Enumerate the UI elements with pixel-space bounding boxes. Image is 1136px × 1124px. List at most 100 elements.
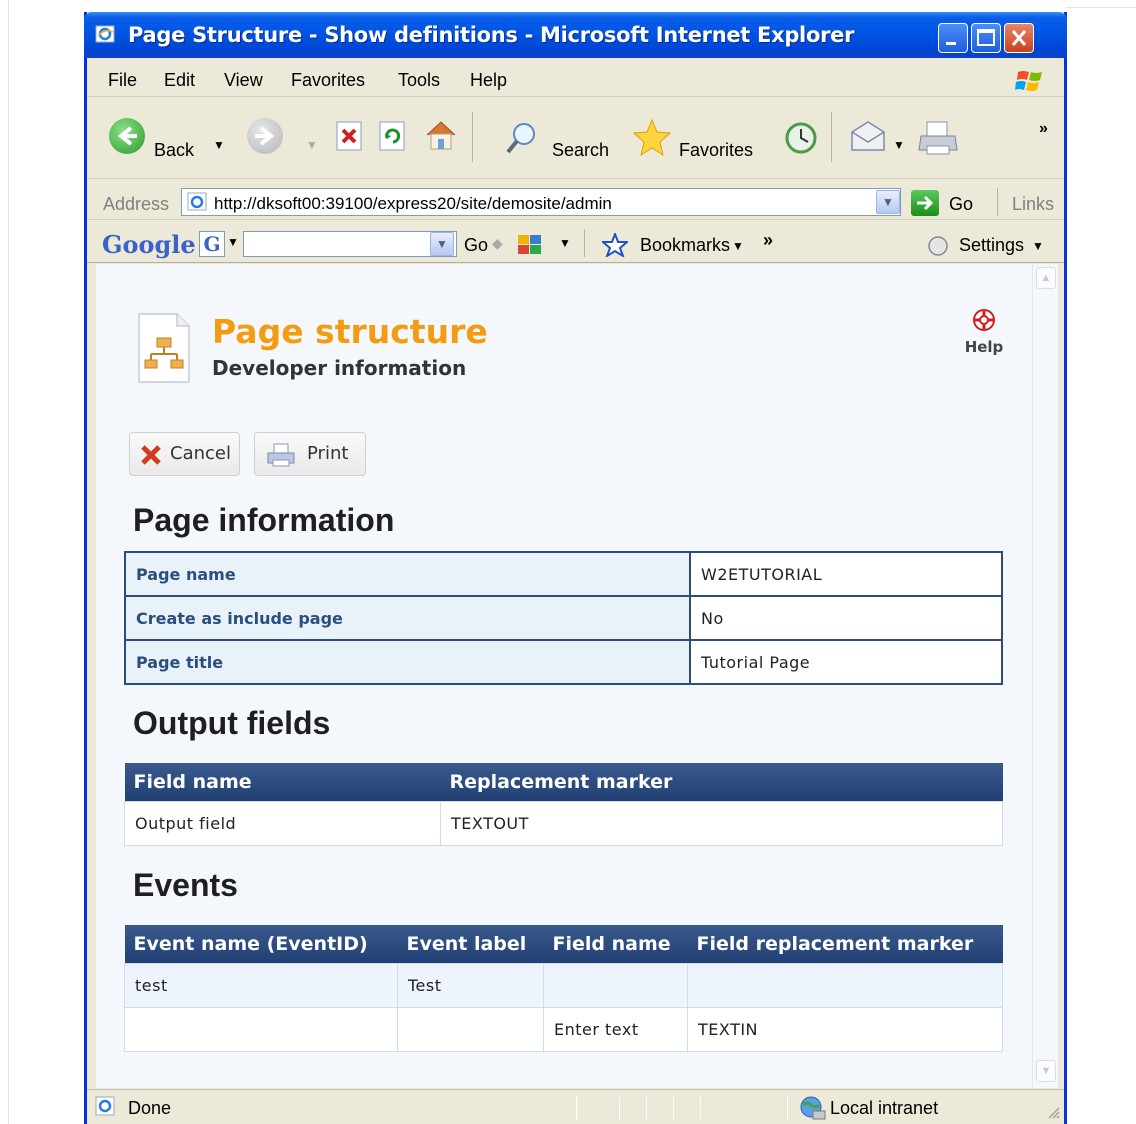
ie-page-icon xyxy=(187,192,207,211)
info-key: Create as include page xyxy=(124,595,691,641)
google-search-input[interactable]: ▼ xyxy=(243,231,457,257)
scroll-down-arrow-icon[interactable]: ▼ xyxy=(1036,1060,1056,1082)
ie-page-icon xyxy=(95,1096,115,1116)
table-row: test Test xyxy=(124,962,1003,1008)
links-label[interactable]: Links xyxy=(1012,194,1054,215)
go-button[interactable] xyxy=(911,190,939,216)
info-key: Page name xyxy=(124,551,691,597)
minimize-button[interactable] xyxy=(938,23,968,53)
maximize-icon xyxy=(977,29,995,46)
menu-file[interactable]: File xyxy=(108,70,137,91)
page-information-heading: Page information xyxy=(133,502,395,538)
stop-icon[interactable] xyxy=(334,120,366,152)
google-logo[interactable]: Google xyxy=(102,230,196,259)
back-button[interactable] xyxy=(109,118,145,154)
bookmarks-label[interactable]: Bookmarks xyxy=(640,235,730,256)
mail-dropdown-icon[interactable]: ▼ xyxy=(893,138,905,152)
google-go-label[interactable]: Go xyxy=(464,235,488,256)
menu-view[interactable]: View xyxy=(224,70,263,91)
table-cell xyxy=(687,962,1003,1008)
menu-help[interactable]: Help xyxy=(470,70,507,91)
forward-button[interactable] xyxy=(247,118,283,154)
puzzle-icon[interactable] xyxy=(515,231,545,257)
menu-favorites[interactable]: Favorites xyxy=(291,70,365,91)
favorites-star-icon[interactable] xyxy=(632,118,672,156)
table-cell: TEXTIN xyxy=(687,1006,1003,1052)
close-button[interactable] xyxy=(1004,23,1034,53)
search-icon[interactable] xyxy=(505,120,541,156)
column-header[interactable]: Field name xyxy=(124,763,441,801)
bookmarks-dropdown-icon[interactable]: ▼ xyxy=(732,239,744,253)
settings-dropdown-icon[interactable]: ▼ xyxy=(1032,239,1044,253)
column-header[interactable]: Event name (EventID) xyxy=(124,925,398,963)
column-header[interactable]: Event label xyxy=(397,925,544,963)
settings-radio-icon[interactable] xyxy=(927,235,949,257)
resize-grip-icon[interactable] xyxy=(1045,1104,1061,1120)
print-icon[interactable] xyxy=(917,120,959,156)
column-header[interactable]: Field replacement marker xyxy=(687,925,1003,963)
page-subtitle: Developer information xyxy=(212,356,467,380)
help-label: Help xyxy=(964,338,1004,356)
print-label: Print xyxy=(307,443,349,464)
mail-icon[interactable] xyxy=(848,120,888,154)
toolbar-separator xyxy=(472,112,473,162)
google-g-icon[interactable]: G xyxy=(199,231,225,257)
lifebuoy-icon xyxy=(973,309,995,331)
output-fields-table: Field name Replacement marker Output fie… xyxy=(124,763,1003,846)
address-input[interactable]: http://dksoft00:39100/express20/site/dem… xyxy=(181,188,901,216)
google-toolbar: Google G ▼ ▼ Go ◆ ▼ Bookmarks ▼ » Settin… xyxy=(87,221,1064,263)
page-content: Page structure Developer information Hel… xyxy=(96,264,1032,1088)
cancel-button[interactable]: Cancel xyxy=(129,432,240,476)
go-arrow-icon xyxy=(917,195,934,211)
intranet-globe-icon xyxy=(800,1096,826,1120)
back-label[interactable]: Back xyxy=(154,140,194,161)
forward-arrow-icon xyxy=(255,126,275,146)
favorites-label[interactable]: Favorites xyxy=(679,140,753,161)
address-dropdown-button[interactable]: ▼ xyxy=(876,190,900,214)
ie-page-icon xyxy=(95,25,115,43)
forward-dropdown-icon[interactable]: ▼ xyxy=(306,138,318,152)
vertical-scrollbar[interactable]: ▲ ▼ xyxy=(1032,264,1058,1088)
back-dropdown-icon[interactable]: ▼ xyxy=(213,138,225,152)
title-bar[interactable]: Page Structure - Show definitions - Micr… xyxy=(84,12,1067,58)
google-search-dropdown-button[interactable]: ▼ xyxy=(430,232,454,256)
history-icon[interactable] xyxy=(783,120,819,156)
status-separator xyxy=(700,1096,701,1120)
help-button[interactable]: Help xyxy=(960,308,1008,356)
scroll-up-arrow-icon[interactable]: ▲ xyxy=(1036,267,1056,289)
table-row: Page title Tutorial Page xyxy=(124,639,1003,685)
home-icon[interactable] xyxy=(423,118,459,152)
search-label[interactable]: Search xyxy=(552,140,609,161)
status-separator xyxy=(787,1096,788,1120)
google-overflow-chevron[interactable]: » xyxy=(763,230,773,251)
printer-icon xyxy=(267,443,295,467)
google-menu-dropdown-icon[interactable]: ▼ xyxy=(227,235,239,249)
minimize-icon xyxy=(946,42,956,45)
menu-edit[interactable]: Edit xyxy=(164,70,195,91)
toolbar-separator xyxy=(831,112,832,162)
go-label[interactable]: Go xyxy=(949,194,973,215)
status-separator xyxy=(619,1096,620,1120)
menu-tools[interactable]: Tools xyxy=(398,70,440,91)
settings-label[interactable]: Settings xyxy=(959,235,1024,256)
standard-toolbar: Back ▼ ▼ Search Favorites ▼ » xyxy=(87,98,1064,179)
info-value: W2ETUTORIAL xyxy=(689,551,1003,597)
refresh-icon[interactable] xyxy=(377,120,409,152)
table-row: Create as include page No xyxy=(124,595,1003,641)
maximize-button[interactable] xyxy=(971,23,1001,53)
address-label: Address xyxy=(103,194,170,214)
zone-label: Local intranet xyxy=(830,1098,939,1118)
puzzle-dropdown-icon[interactable]: ▼ xyxy=(559,236,571,250)
windows-logo-icon xyxy=(1015,71,1042,91)
column-header[interactable]: Replacement marker xyxy=(440,763,1003,801)
cancel-x-icon xyxy=(141,445,161,465)
table-cell: Enter text xyxy=(543,1006,688,1052)
toolbar-overflow-chevron[interactable]: » xyxy=(1039,120,1048,138)
status-separator xyxy=(673,1096,674,1120)
print-button[interactable]: Print xyxy=(254,432,366,476)
back-arrow-icon xyxy=(117,126,137,146)
browser-window: Page Structure - Show definitions - Micr… xyxy=(84,12,1067,1124)
google-separator xyxy=(584,229,585,257)
column-header[interactable]: Field name xyxy=(543,925,688,963)
bookmarks-star-icon[interactable] xyxy=(602,233,628,257)
